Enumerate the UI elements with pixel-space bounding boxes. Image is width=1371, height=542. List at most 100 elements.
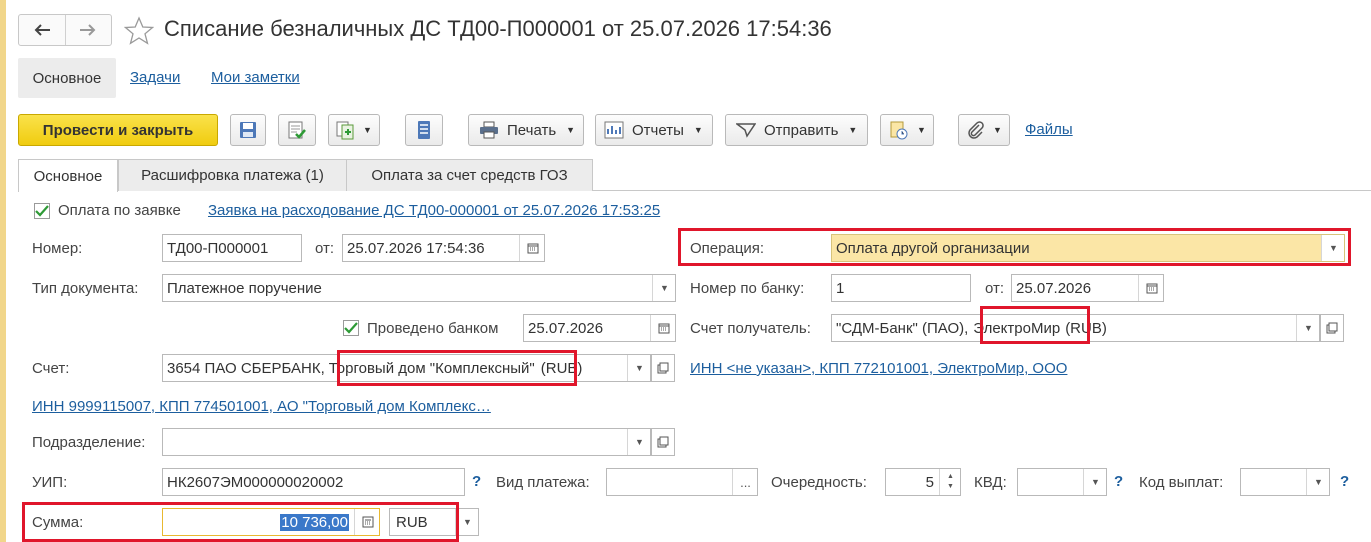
list-icon (418, 121, 430, 139)
send-button[interactable]: Отправить ▼ (725, 114, 868, 146)
payment-by-request-checkbox[interactable] (34, 203, 50, 219)
reports-button[interactable]: Отчеты ▼ (595, 114, 713, 146)
bank-posted-date-field[interactable]: 25.07.2026 (523, 314, 676, 342)
left-accent-bar (0, 0, 6, 542)
calendar-icon (1146, 283, 1157, 294)
org-inn-link[interactable]: ИНН 9999115007, КПП 774501001, АО "Торго… (32, 398, 491, 415)
tab-payment-details[interactable]: Расшифровка платежа (1) (118, 159, 347, 191)
forward-button[interactable] (66, 15, 112, 45)
recipient-account-label: Счет получатель: (690, 320, 811, 337)
printer-icon (480, 121, 498, 139)
post-button[interactable] (278, 114, 316, 146)
amount-highlight-box (22, 502, 459, 542)
calendar-icon (658, 323, 669, 334)
page-title: Списание безналичных ДС ТД00-П000001 от … (164, 16, 832, 41)
uip-help-icon[interactable]: ? (472, 473, 481, 490)
bank-date-from-label: от: (985, 280, 1005, 297)
open-window-icon (657, 436, 669, 448)
send-icon (736, 123, 756, 138)
division-open-button[interactable] (651, 428, 675, 456)
recipient-account-dropdown-button[interactable]: ▼ (1296, 315, 1319, 341)
tab-main[interactable]: Основное (18, 159, 118, 192)
dropdown-arrow-icon: ▼ (1314, 477, 1323, 487)
create-based-on-button[interactable]: ▼ (328, 114, 380, 146)
checkmark-icon (344, 322, 358, 334)
division-dropdown-button[interactable]: ▼ (627, 429, 650, 455)
request-link[interactable]: Заявка на расходование ДС ТД00-000001 от… (208, 202, 660, 219)
recipient-account-open-button[interactable] (1320, 314, 1344, 342)
payout-code-dropdown-button[interactable]: ▼ (1306, 469, 1329, 495)
doc-type-select[interactable]: Платежное поручение ▼ (162, 274, 676, 302)
open-window-icon (657, 362, 669, 374)
checkmark-icon (35, 205, 49, 217)
dropdown-arrow-icon: ▼ (1091, 477, 1100, 487)
payout-code-select[interactable]: ▼ (1240, 468, 1330, 496)
operation-highlight-box (678, 228, 1351, 266)
dropdown-arrow-icon: ▼ (566, 125, 576, 135)
bank-posted-label: Проведено банком (367, 320, 499, 337)
payment-kind-field[interactable]: ... (606, 468, 758, 496)
dropdown-arrow-icon: ▼ (917, 125, 926, 135)
document-clock-icon (890, 121, 908, 140)
save-button[interactable] (230, 114, 266, 146)
bank-date-value: 25.07.2026 (1016, 279, 1092, 297)
kvd-select[interactable]: ▼ (1017, 468, 1107, 496)
stepper-down-icon: ▼ (947, 483, 954, 490)
post-document-icon (288, 121, 306, 139)
reports-label: Отчеты (632, 121, 684, 139)
attachments-menu-button[interactable]: ▼ (880, 114, 934, 146)
topnav-tasks[interactable]: Задачи (130, 69, 180, 86)
create-based-on-icon (336, 121, 354, 140)
kvd-label: КВД: (974, 474, 1007, 491)
bank-posted-checkbox[interactable] (343, 320, 359, 336)
payment-kind-label: Вид платежа: (496, 474, 590, 491)
favorite-star-icon[interactable] (123, 16, 155, 46)
recipient-inn-link[interactable]: ИНН <не указан>, КПП 772101001, ЭлектроМ… (690, 360, 1067, 377)
priority-value: 5 (925, 473, 934, 491)
calendar-button[interactable] (519, 235, 544, 261)
payment-kind-select-button[interactable]: ... (732, 469, 757, 495)
uip-field[interactable]: НК2607ЭМ000000020002 (162, 468, 465, 496)
account-label: Счет: (32, 360, 70, 377)
calendar-button[interactable] (650, 315, 675, 341)
priority-stepper[interactable]: ▲ ▼ (939, 469, 960, 495)
division-select[interactable]: ▼ (162, 428, 651, 456)
priority-field[interactable]: 5 ▲ ▼ (885, 468, 961, 496)
account-open-button[interactable] (651, 354, 675, 382)
dropdown-arrow-icon: ▼ (635, 363, 644, 373)
print-button[interactable]: Печать ▼ (468, 114, 584, 146)
kvd-help-icon[interactable]: ? (1114, 473, 1123, 490)
number-field[interactable]: ТД00-П000001 (162, 234, 302, 262)
number-value: ТД00-П000001 (167, 239, 269, 257)
doc-type-dropdown-button[interactable]: ▼ (652, 275, 675, 301)
from-label: от: (315, 240, 335, 257)
calendar-button[interactable] (1138, 275, 1163, 301)
calendar-icon (527, 243, 538, 254)
payout-code-help-icon[interactable]: ? (1340, 473, 1349, 490)
date-field[interactable]: 25.07.2026 17:54:36 (342, 234, 545, 262)
kvd-dropdown-button[interactable]: ▼ (1083, 469, 1106, 495)
attach-file-button[interactable]: ▼ (958, 114, 1010, 146)
dropdown-arrow-icon: ▼ (363, 125, 372, 135)
doc-type-value: Платежное поручение (167, 279, 322, 297)
open-window-icon (1326, 322, 1338, 334)
recipient-name-highlight-box (980, 306, 1090, 344)
post-and-close-button[interactable]: Провести и закрыть (18, 114, 218, 146)
tab-goz-payment[interactable]: Оплата за счет средств ГОЗ (346, 159, 593, 191)
topnav-main[interactable]: Основное (18, 58, 116, 98)
bank-date-field[interactable]: 25.07.2026 (1011, 274, 1164, 302)
dropdown-arrow-icon: ▼ (848, 125, 858, 135)
print-label: Печать (507, 121, 557, 139)
priority-label: Очередность: (771, 474, 867, 491)
dropdown-arrow-icon: ▼ (993, 125, 1002, 135)
account-prefix: 3654 ПАО СБЕРБАНК, (167, 359, 325, 377)
back-button[interactable] (19, 15, 66, 45)
bank-number-field[interactable]: 1 (831, 274, 971, 302)
journal-button[interactable] (405, 114, 443, 146)
files-link[interactable]: Файлы (1025, 121, 1073, 138)
ellipsis-icon: ... (740, 474, 751, 490)
doc-type-label: Тип документа: (32, 280, 139, 297)
account-dropdown-button[interactable]: ▼ (627, 355, 650, 381)
topnav-notes[interactable]: Мои заметки (211, 69, 300, 86)
report-icon (604, 121, 624, 139)
